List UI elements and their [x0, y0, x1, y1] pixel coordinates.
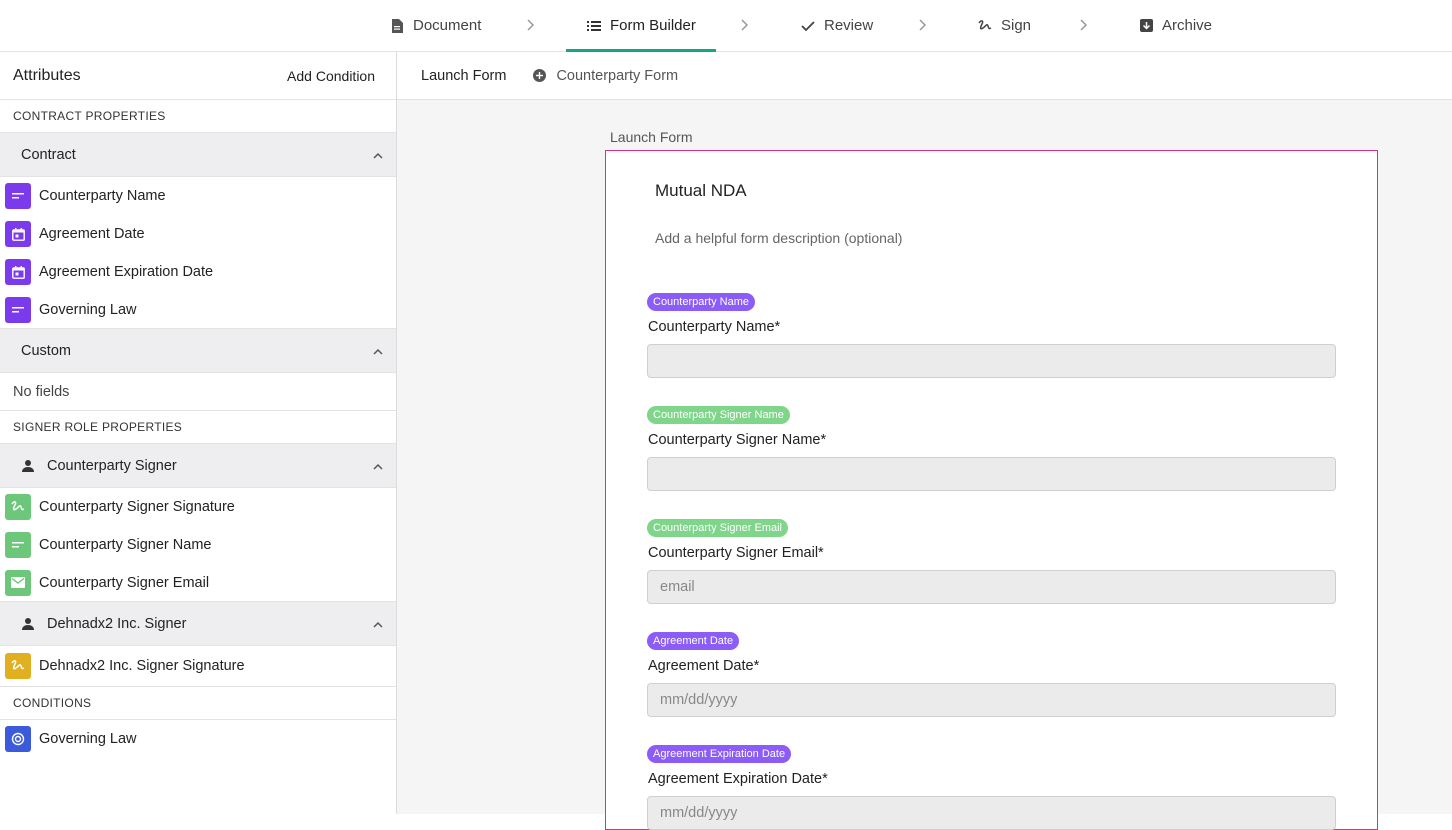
chevron-right-icon: [915, 17, 931, 33]
chevron-up-icon[interactable]: [373, 458, 383, 474]
add-condition-button[interactable]: Add Condition: [287, 68, 375, 84]
no-fields-text: No fields: [0, 373, 396, 411]
section-conditions: CONDITIONS: [0, 687, 396, 720]
attribute-label: Counterparty Name: [39, 188, 166, 204]
chevron-right-icon: [523, 17, 539, 33]
condition-icon: [5, 726, 31, 752]
group-label: Counterparty Signer: [47, 457, 177, 474]
form-field-agreement-date[interactable]: Agreement Date Agreement Date* mm/dd/yyy…: [647, 631, 1337, 717]
step-nav: Document Form Builder Review Sign Archiv…: [0, 0, 1452, 52]
date-field[interactable]: mm/dd/yyyy: [647, 796, 1336, 830]
attribute-item-counterparty-name[interactable]: Counterparty Name: [0, 177, 396, 215]
group-label: Contract: [21, 146, 76, 163]
attribute-label: Agreement Date: [39, 226, 145, 242]
field-input[interactable]: [647, 344, 1336, 378]
attribute-label: Agreement Expiration Date: [39, 264, 214, 280]
section-contract-properties: CONTRACT PROPERTIES: [0, 100, 396, 133]
step-label: Document: [413, 17, 482, 34]
calendar-icon: [5, 221, 31, 247]
person-icon: [21, 459, 35, 473]
attribute-label: Counterparty Signer Email: [39, 574, 210, 591]
attribute-tag: Counterparty Name: [647, 293, 755, 311]
text-field-icon: [5, 532, 31, 558]
field-label: Counterparty Signer Name*: [648, 432, 827, 448]
sidebar-title: Attributes: [13, 66, 81, 84]
form-field-counterparty-signer-name[interactable]: Counterparty Signer Name Counterparty Si…: [647, 405, 1337, 491]
step-label: Sign: [1001, 17, 1032, 34]
condition-item-governing-law[interactable]: Governing Law: [0, 720, 396, 758]
field-label: Counterparty Signer Email*: [648, 545, 824, 561]
person-icon: [21, 617, 35, 631]
attribute-item-counterparty-signer-name[interactable]: Counterparty Signer Name: [0, 526, 396, 564]
text-field-icon: [5, 296, 31, 323]
attribute-item-counterparty-signer-email[interactable]: Counterparty Signer Email: [0, 564, 396, 602]
attribute-tag: Agreement Expiration Date: [647, 745, 792, 763]
signature-icon: [5, 494, 31, 520]
attribute-label: Counterparty Signer Name: [39, 537, 212, 553]
email-icon: [5, 569, 31, 596]
attribute-tag: Agreement Date: [647, 632, 740, 650]
form-description[interactable]: Add a helpful form description (optional…: [655, 230, 902, 246]
form-tabs: Launch Form Counterparty Form: [397, 52, 1452, 100]
tab-launch-form[interactable]: Launch Form: [421, 68, 506, 84]
form-caption: Launch Form: [610, 129, 693, 145]
group-label: Dehnadx2 Inc. Signer: [47, 615, 187, 632]
signature-icon: [977, 18, 993, 34]
group-counterparty-signer[interactable]: Counterparty Signer: [0, 444, 396, 488]
text-field-icon: [5, 183, 31, 209]
step-label: Archive: [1162, 17, 1213, 34]
attribute-item-dehnadx-signer-signature[interactable]: Dehnadx2 Inc. Signer Signature: [0, 646, 396, 687]
group-custom[interactable]: Custom: [0, 329, 396, 373]
form-field-counterparty-name[interactable]: Counterparty Name Counterparty Name*: [647, 292, 1337, 378]
sidebar-header: Attributes Add Condition: [0, 52, 396, 100]
step-label: Review: [824, 17, 874, 34]
attribute-label: Governing Law: [39, 301, 137, 318]
step-document[interactable]: Document: [389, 0, 481, 51]
attribute-item-counterparty-signer-signature[interactable]: Counterparty Signer Signature: [0, 488, 396, 526]
chevron-right-icon: [737, 17, 753, 33]
attribute-tag: Counterparty Signer Name: [647, 406, 790, 424]
step-sign[interactable]: Sign: [977, 0, 1031, 51]
form-field-agreement-expiration-date[interactable]: Agreement Expiration Date Agreement Expi…: [647, 744, 1337, 830]
attribute-item-governing-law[interactable]: Governing Law: [0, 291, 396, 329]
group-contract[interactable]: Contract: [0, 133, 396, 177]
email-field[interactable]: email: [647, 570, 1336, 604]
attribute-item-agreement-date[interactable]: Agreement Date: [0, 215, 396, 253]
attribute-tag: Counterparty Signer Email: [647, 519, 789, 537]
date-field[interactable]: mm/dd/yyyy: [647, 683, 1336, 717]
chevron-up-icon[interactable]: [373, 343, 383, 359]
form-title[interactable]: Mutual NDA: [655, 181, 747, 201]
form-builder-main: Launch Form Counterparty Form Launch For…: [397, 52, 1452, 830]
step-review[interactable]: Review: [800, 0, 873, 51]
field-label: Agreement Date*: [648, 658, 760, 674]
tab-counterparty-form[interactable]: Counterparty Form: [532, 68, 678, 84]
attribute-label: Dehnadx2 Inc. Signer Signature: [39, 658, 245, 674]
calendar-icon: [5, 259, 31, 285]
condition-label: Governing Law: [39, 731, 137, 747]
chevron-up-icon[interactable]: [373, 616, 383, 632]
signature-icon: [5, 653, 31, 679]
attribute-label: Counterparty Signer Signature: [39, 499, 235, 515]
field-input[interactable]: [647, 457, 1336, 491]
attributes-sidebar: Attributes Add Condition CONTRACT PROPER…: [0, 52, 397, 814]
chevron-right-icon: [1076, 17, 1092, 33]
section-signer-role-properties: SIGNER ROLE PROPERTIES: [0, 411, 396, 444]
form-canvas[interactable]: Mutual NDA Add a helpful form descriptio…: [605, 150, 1378, 830]
archive-icon: [1138, 18, 1154, 34]
chevron-up-icon[interactable]: [373, 147, 383, 163]
form-field-counterparty-signer-email[interactable]: Counterparty Signer Email Counterparty S…: [647, 518, 1337, 604]
step-label: Form Builder: [610, 17, 696, 34]
field-label: Agreement Expiration Date*: [648, 771, 828, 787]
group-dehnadx-signer[interactable]: Dehnadx2 Inc. Signer: [0, 602, 396, 646]
add-circle-icon: [532, 68, 547, 83]
group-label: Custom: [21, 342, 71, 359]
step-archive[interactable]: Archive: [1138, 0, 1212, 51]
check-icon: [800, 18, 816, 34]
document-icon: [389, 18, 405, 34]
list-icon: [586, 18, 602, 34]
step-form-builder[interactable]: Form Builder: [566, 0, 716, 52]
attribute-item-agreement-expiration-date[interactable]: Agreement Expiration Date: [0, 253, 396, 291]
tab-label: Counterparty Form: [556, 67, 679, 84]
field-label: Counterparty Name*: [648, 319, 781, 335]
